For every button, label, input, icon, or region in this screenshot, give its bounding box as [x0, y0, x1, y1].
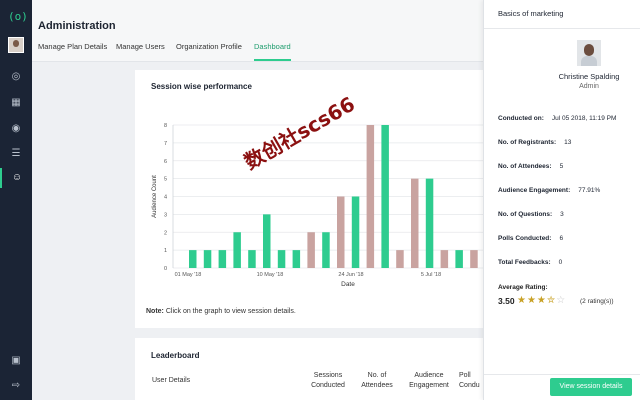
bar[interactable] — [470, 250, 478, 268]
host-avatar — [577, 40, 601, 66]
rating-stars: ★★★✮☆ — [517, 295, 566, 306]
chart-note: Note: Click on the graph to view session… — [146, 308, 296, 315]
row-polls: Polls Conducted: 6 — [498, 235, 564, 242]
col-user-details: User Details — [152, 377, 191, 384]
bar[interactable] — [277, 250, 286, 268]
y-tick-label: 4 — [164, 195, 167, 201]
row-questions: No. of Questions: 3 — [498, 211, 564, 218]
y-tick-label: 0 — [164, 266, 167, 272]
note-text: Click on the graph to view session detai… — [163, 308, 296, 315]
bar[interactable] — [292, 250, 301, 268]
bar[interactable] — [233, 232, 241, 268]
wallet-icon[interactable]: ▣ — [0, 352, 32, 370]
tab-manage-plan-details[interactable]: Manage Plan Details — [38, 42, 107, 59]
bar[interactable] — [366, 125, 375, 268]
sliders-icon[interactable]: ☰ — [0, 144, 32, 164]
star-empty-icon: ☆ — [556, 295, 567, 306]
note-label: Note: — [146, 308, 164, 315]
user-avatar[interactable] — [8, 37, 24, 53]
bar[interactable] — [425, 178, 434, 268]
rating-value: 3.50 — [498, 296, 515, 306]
bar[interactable] — [337, 196, 345, 269]
host-name: Christine Spalding — [558, 72, 620, 81]
bar[interactable] — [440, 250, 449, 268]
bar[interactable] — [248, 250, 256, 268]
bar[interactable] — [218, 250, 227, 268]
leaderboard-title: Leaderboard — [151, 351, 200, 360]
bar[interactable] — [381, 125, 389, 268]
bar[interactable] — [307, 232, 315, 268]
bar[interactable] — [411, 178, 419, 268]
bar[interactable] — [322, 232, 330, 268]
bar[interactable] — [203, 250, 212, 268]
bar[interactable] — [455, 250, 463, 268]
user-icon[interactable]: ☺ — [0, 168, 32, 188]
y-tick-label: 3 — [164, 212, 167, 218]
bar[interactable] — [351, 196, 360, 269]
page-title: Administration — [38, 20, 116, 32]
row-audience-engagement: Audience Engagement: 77.91% — [498, 187, 601, 194]
tab-dashboard[interactable]: Dashboard — [254, 42, 291, 61]
row-attendees: No. of Attendees: 5 — [498, 163, 564, 170]
star-icon: ★★★ — [517, 295, 547, 306]
divider — [484, 28, 640, 29]
panel-title: Basics of marketing — [498, 9, 564, 18]
host-role: Admin — [579, 83, 599, 90]
tab-organization-profile[interactable]: Organization Profile — [176, 42, 242, 59]
x-axis-label: Date — [341, 281, 355, 288]
sidebar: (o) ◎ ▦ ◉ ☰ ☺ ▣ ⇨ — [0, 0, 32, 400]
y-tick-label: 6 — [164, 159, 167, 165]
x-tick-label: 10 May '18 — [257, 272, 284, 278]
y-tick-label: 5 — [164, 177, 167, 183]
bar[interactable] — [263, 214, 271, 268]
row-registrants: No. of Registrants: 13 — [498, 139, 572, 146]
rating-label: Average Rating: — [498, 284, 548, 291]
grid-icon[interactable]: ▦ — [0, 93, 32, 113]
palette-icon[interactable]: ◎ — [0, 67, 32, 87]
row-feedbacks: Total Feedbacks: 0 — [498, 259, 563, 266]
tab-manage-users[interactable]: Manage Users — [116, 42, 165, 59]
view-session-details-button[interactable]: View session details — [550, 378, 632, 396]
col-audience-engagement: Audience Engagement — [409, 372, 449, 389]
col-sessions-conducted: Sessions Conducted — [311, 372, 345, 389]
rating-count: (2 rating(s)) — [580, 298, 614, 305]
x-tick-label: 5 Jul '18 — [421, 272, 441, 278]
y-axis-label: Audience Count — [152, 175, 158, 218]
session-chart[interactable]: 0 1 2 3 4 5 6 7 8 Audience Count 01 May '18 10 May … — [135, 70, 485, 300]
bar[interactable] — [189, 250, 197, 268]
record-icon[interactable]: ◉ — [0, 119, 32, 139]
session-details-panel: Basics of marketing Christine Spalding A… — [483, 0, 640, 400]
app-logo[interactable]: (o) — [8, 9, 28, 25]
col-attendees: No. of Attendees — [361, 372, 393, 389]
x-tick-label: 01 May '18 — [175, 272, 202, 278]
y-tick-label: 8 — [164, 123, 167, 129]
star-half-icon: ✮ — [546, 295, 557, 306]
row-conducted-on: Conducted on: Jul 05 2018, 11:19 PM — [498, 115, 617, 122]
x-tick-label: 24 Jun '18 — [338, 272, 363, 278]
y-tick-label: 2 — [164, 230, 167, 236]
leaderboard-card: Leaderboard User Details Sessions Conduc… — [135, 338, 485, 400]
logout-icon[interactable]: ⇨ — [0, 377, 32, 395]
y-tick-label: 1 — [164, 248, 167, 254]
panel-footer-divider — [484, 374, 640, 375]
y-tick-label: 7 — [164, 141, 167, 147]
bar[interactable] — [396, 250, 404, 268]
